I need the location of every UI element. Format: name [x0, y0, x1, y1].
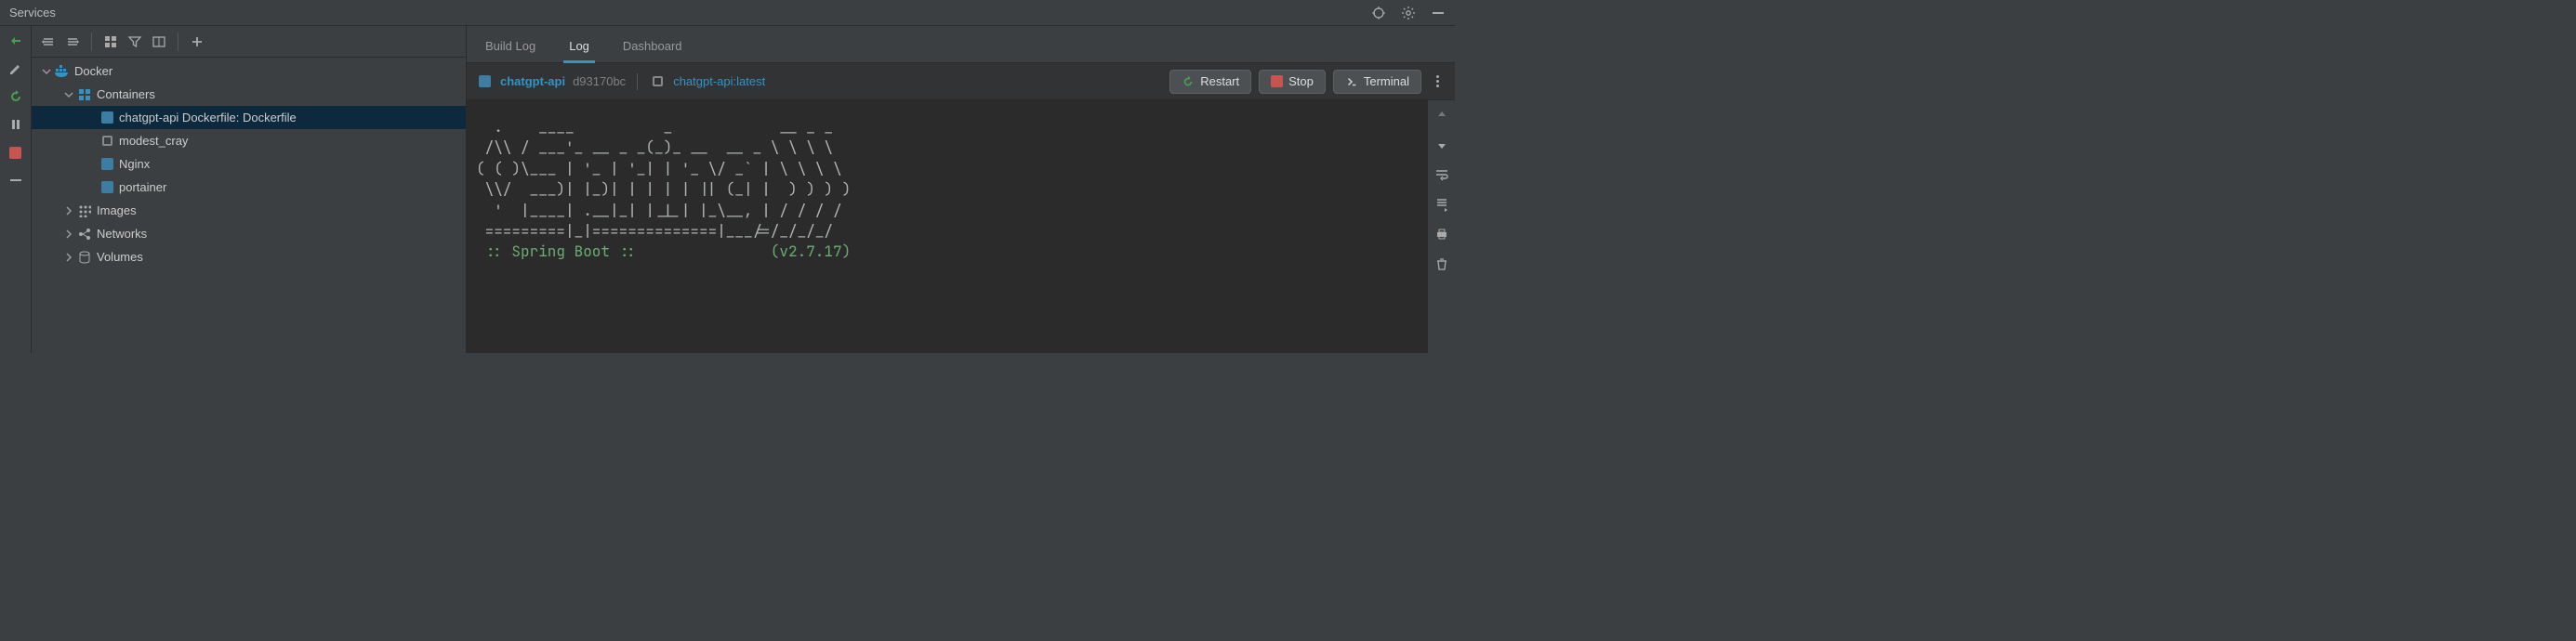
- container-hash: d93170bc: [573, 74, 626, 88]
- tree-label: Docker: [74, 64, 112, 78]
- container-running-icon: [99, 181, 115, 193]
- filter-icon[interactable]: [125, 33, 144, 51]
- pause-icon[interactable]: [7, 115, 25, 134]
- tab-dashboard[interactable]: Dashboard: [617, 32, 688, 62]
- restart-button[interactable]: Restart: [1169, 70, 1251, 94]
- tree-node-container[interactable]: Nginx: [32, 152, 466, 176]
- tree-node-images[interactable]: Images: [32, 199, 466, 222]
- tree-label: chatgpt-api Dockerfile: Dockerfile: [119, 111, 297, 124]
- log-viewer[interactable]: . ____ _ __ _ _ /\\ / ___'_ __ _ _(_)_ _…: [467, 100, 1427, 353]
- tree-label: Nginx: [119, 157, 150, 171]
- stop-square-icon[interactable]: [7, 143, 25, 162]
- view-mode-icon[interactable]: [150, 33, 168, 51]
- tree-node-container[interactable]: modest_cray: [32, 129, 466, 152]
- soft-wrap-icon[interactable]: [1433, 165, 1451, 184]
- button-label: Stop: [1288, 74, 1314, 88]
- print-icon[interactable]: [1433, 225, 1451, 243]
- tree-node-containers[interactable]: Containers: [32, 83, 466, 106]
- trash-icon[interactable]: [1433, 255, 1451, 273]
- image-name[interactable]: chatgpt-api:latest: [673, 74, 765, 88]
- container-name: chatgpt-api: [500, 74, 565, 88]
- tree-node-docker[interactable]: Docker: [32, 59, 466, 83]
- scroll-down-icon[interactable]: [1433, 136, 1451, 154]
- rerun-icon[interactable]: [7, 87, 25, 106]
- tree-label: Networks: [97, 227, 147, 241]
- crosshair-icon[interactable]: [1369, 4, 1388, 22]
- stop-icon: [1271, 75, 1283, 87]
- tree-label: portainer: [119, 180, 166, 194]
- deploy-icon[interactable]: [7, 32, 25, 50]
- chevron-down-icon: [39, 67, 54, 76]
- minimize-icon[interactable]: [1429, 4, 1447, 22]
- gear-icon[interactable]: [1399, 4, 1418, 22]
- container-stopped-icon: [99, 136, 115, 146]
- tree-node-container[interactable]: chatgpt-api Dockerfile: Dockerfile: [32, 106, 466, 129]
- docker-icon: [54, 65, 71, 78]
- tree-label: Containers: [97, 87, 155, 101]
- chevron-down-icon: [61, 90, 76, 99]
- button-label: Restart: [1200, 74, 1239, 88]
- collapse-bar-icon[interactable]: [7, 171, 25, 190]
- log-ascii: . ____ _ __ _ _ /\\ / ___'_ __ _ _(_)_ _…: [476, 117, 851, 241]
- tree-label: modest_cray: [119, 134, 188, 148]
- expand-all-icon[interactable]: [39, 33, 58, 51]
- scroll-up-icon[interactable]: [1433, 106, 1451, 124]
- volumes-icon: [76, 251, 93, 264]
- images-icon: [76, 204, 93, 217]
- stop-button[interactable]: Stop: [1259, 70, 1326, 94]
- separator: [637, 73, 638, 90]
- tool-window-title: Services: [7, 6, 56, 20]
- tab-log[interactable]: Log: [563, 32, 595, 62]
- tree-node-networks[interactable]: Networks: [32, 222, 466, 245]
- group-icon[interactable]: [101, 33, 120, 51]
- more-icon[interactable]: [1429, 72, 1446, 91]
- tree-node-container[interactable]: portainer: [32, 176, 466, 199]
- button-label: Terminal: [1364, 74, 1409, 88]
- log-spring-line: :: Spring Boot :: (v2.7.17): [476, 242, 851, 261]
- tab-build-log[interactable]: Build Log: [480, 32, 541, 62]
- terminal-button[interactable]: Terminal: [1333, 70, 1421, 94]
- collapse-all-icon[interactable]: [63, 33, 82, 51]
- container-running-icon: [476, 75, 493, 87]
- tree-label: Volumes: [97, 250, 143, 264]
- tree-label: Images: [97, 203, 137, 217]
- image-icon: [649, 76, 666, 86]
- containers-icon: [76, 88, 93, 101]
- chevron-right-icon: [61, 253, 76, 262]
- networks-icon: [76, 228, 93, 241]
- chevron-right-icon: [61, 206, 76, 216]
- tree-node-volumes[interactable]: Volumes: [32, 245, 466, 268]
- add-icon[interactable]: [188, 33, 206, 51]
- chevron-right-icon: [61, 229, 76, 239]
- container-running-icon: [99, 111, 115, 124]
- scroll-to-end-icon[interactable]: [1433, 195, 1451, 214]
- container-running-icon: [99, 158, 115, 170]
- edit-icon[interactable]: [7, 59, 25, 78]
